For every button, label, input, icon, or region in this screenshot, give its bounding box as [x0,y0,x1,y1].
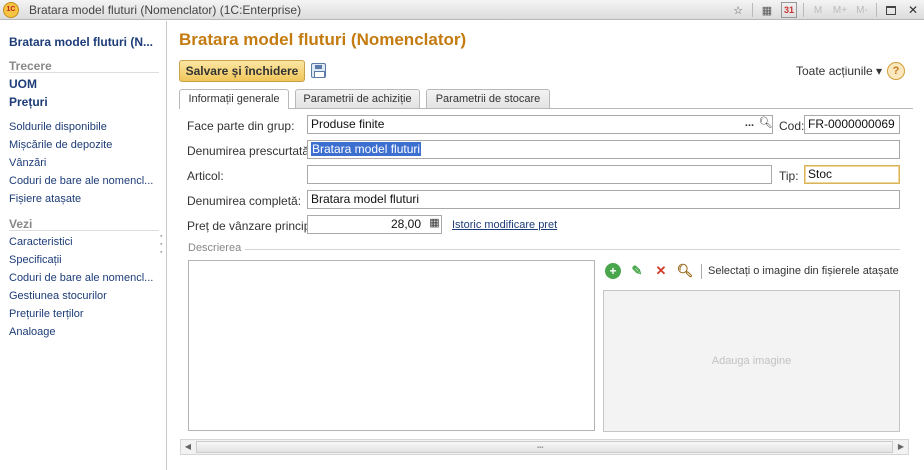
group-choose-button[interactable]: ... [741,116,758,133]
description-group-label: Descrierea [188,242,242,254]
cod-field[interactable]: FR-0000000069 [804,115,900,134]
tab-divider [179,108,913,109]
nav-link-soldurile-disponibile[interactable]: Soldurile disponibile [9,121,107,133]
app-logo-icon: 1C [3,1,19,18]
nav-divider [9,230,159,231]
short-name-field[interactable]: Bratara model fluturi [307,140,900,159]
tab-parametrii-stocare[interactable]: Parametrii de stocare [426,89,550,108]
nav-title: Bratara model fluturi (N... [9,35,154,49]
group-search-icon[interactable]: 🔍︎ [757,116,774,133]
mplus-icon[interactable]: M+ [832,2,848,18]
mminus-icon[interactable]: M- [854,2,870,18]
calculator-icon[interactable]: ▦ [426,216,443,233]
description-group-line [245,249,900,250]
image-placeholder-text: Adauga imagine [711,355,792,367]
group-field[interactable]: Produse finite [307,115,773,134]
tip-label: Tip: [779,169,799,183]
articol-field[interactable] [307,165,772,184]
calculator-icon[interactable]: ▦ [759,2,775,18]
window-title: Bratara model fluturi (Nomenclator) (1C:… [29,2,302,17]
m-icon[interactable]: M [810,2,826,18]
nav-link-coduri-de-bare-2[interactable]: Coduri de bare ale nomencl... [9,272,153,284]
nav-section-trecere: Trecere [9,59,52,73]
nav-link-coduri-de-bare[interactable]: Coduri de bare ale nomencl... [9,175,153,187]
navigation-panel: Bratara model fluturi (N... Trecere UOM … [0,21,167,470]
nav-link-caracteristici[interactable]: Caracteristici [9,236,73,248]
image-panel[interactable]: Adauga imagine [603,290,900,432]
price-label: Preț de vânzare principal: [187,219,324,233]
tip-field[interactable]: Stoc [804,165,900,184]
nav-link-miscarile-de-depozite[interactable]: Mișcările de depozite [9,139,112,151]
restore-icon[interactable] [883,2,899,18]
scroll-grip-icon: ▪▪▪ [537,445,544,451]
add-image-icon[interactable]: + [605,263,621,279]
nav-link-preturi[interactable]: Prețuri [9,95,48,109]
articol-label: Articol: [187,169,224,183]
toolbar-separator [803,3,804,17]
form-area: Bratara model fluturi (Nomenclator) Salv… [168,21,924,470]
panel-resize-grip[interactable]: ▪ ▪ ▪ [160,233,163,257]
short-name-selected-text: Bratara model fluturi [311,142,422,156]
search-icon[interactable]: 🔍︎ [677,263,694,279]
toolbar-separator [752,3,753,17]
star-icon[interactable]: ☆ [730,2,746,18]
image-toolbar: + ✎ ✕ 🔍︎ Selectați o imagine din fișiere… [605,261,899,281]
scrollbar-thumb[interactable]: ▪▪▪ [196,441,893,453]
page-title: Bratara model fluturi (Nomenclator) [179,30,467,49]
nav-link-analoage[interactable]: Analoage [9,326,56,338]
scroll-right-icon[interactable]: ▶ [894,440,908,454]
cod-label: Cod: [779,119,805,133]
nav-link-specificatii[interactable]: Specificații [9,254,62,266]
full-name-field[interactable]: Bratara model fluturi [307,190,900,209]
description-textarea[interactable] [188,260,595,431]
save-and-close-button[interactable]: Salvare și închidere [179,60,305,82]
group-label: Face parte din grup: [187,119,295,133]
all-actions-menu[interactable]: Toate acțiunile ▾ [796,64,882,78]
toolbar-separator [701,263,702,279]
short-name-label: Denumirea prescurtată : [187,144,316,158]
select-image-button[interactable]: Selectați o imagine din fișierele atașat… [708,265,899,277]
scroll-left-icon[interactable]: ◀ [181,440,195,454]
calendar-icon[interactable]: 31 [781,2,797,18]
full-name-label: Denumirea completă: [187,194,302,208]
window-titlebar: 1C Bratara model fluturi (Nomenclator) (… [0,0,924,20]
save-icon[interactable] [311,63,326,78]
help-icon[interactable]: ? [887,62,905,80]
nav-link-fisiere-atasate[interactable]: Fișiere atașate [9,193,81,205]
titlebar-toolbar: ☆ ▦ 31 M M+ M- ✕ [727,0,924,20]
price-field[interactable]: 28,00 [307,215,442,234]
tab-parametrii-achizitie[interactable]: Parametrii de achiziție [295,89,420,108]
nav-link-uom[interactable]: UOM [9,77,37,91]
horizontal-scrollbar[interactable]: ◀ ▪▪▪ ▶ [180,439,909,455]
delete-icon[interactable]: ✕ [653,263,669,279]
price-history-link[interactable]: Istoric modificare pret [452,219,557,231]
nav-link-vanzari[interactable]: Vânzări [9,157,46,169]
edit-pencil-icon[interactable]: ✎ [629,263,645,279]
nav-link-gestiunea-stocurilor[interactable]: Gestiunea stocurilor [9,290,107,302]
tab-informatii-generale[interactable]: Informații generale [179,89,289,109]
close-icon[interactable]: ✕ [905,2,921,18]
toolbar-separator [876,3,877,17]
nav-divider [9,72,159,73]
nav-link-preturile-tertilor[interactable]: Prețurile terților [9,308,84,320]
nav-section-vezi: Vezi [9,217,33,231]
